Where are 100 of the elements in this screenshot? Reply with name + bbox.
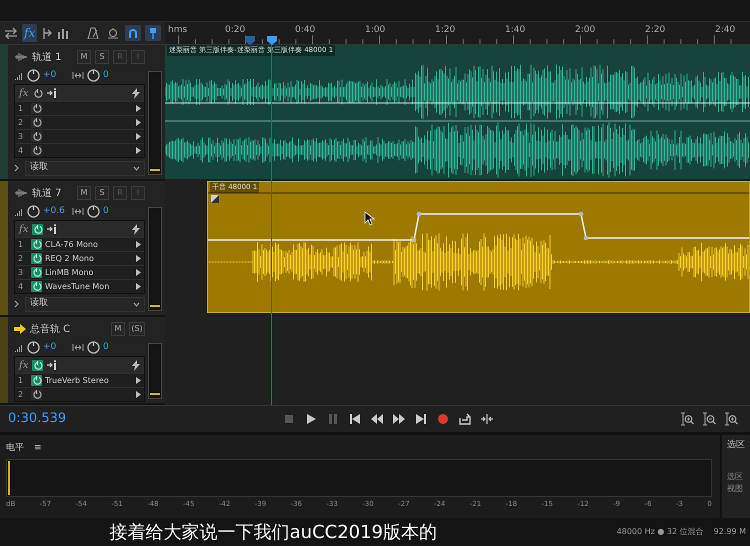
pin-icon	[147, 27, 159, 39]
automation-dropdown[interactable]: 读取	[25, 296, 145, 312]
power-icon	[31, 267, 42, 278]
rack-power-button[interactable]	[32, 88, 44, 98]
panel-menu-button[interactable]: ≡	[34, 442, 42, 456]
waveform-icon	[14, 52, 28, 62]
track-toggle-button[interactable]: M	[77, 186, 91, 200]
volume-icon	[14, 207, 24, 216]
metronome-icon	[87, 27, 99, 39]
pan-value[interactable]: 0	[103, 204, 129, 218]
skip-forward-icon	[415, 413, 427, 425]
power-icon	[31, 145, 42, 156]
effect-slot-number: 1	[18, 102, 24, 114]
power-icon	[31, 253, 42, 264]
panel-title: 电平	[6, 442, 24, 456]
panel-title: 选区	[727, 439, 746, 452]
waveform-icon	[14, 188, 28, 198]
rack-power-button[interactable]	[32, 360, 44, 370]
lightning-icon[interactable]	[132, 360, 140, 370]
pre-post-icon[interactable]	[47, 224, 58, 234]
subtitle-caption: 接着给大家说一下我们auCC2019版本的	[108, 520, 438, 544]
power-icon	[32, 224, 44, 234]
power-icon	[31, 131, 42, 142]
ruler-time-label: 1:40	[505, 24, 526, 37]
routing-icon[interactable]	[41, 27, 54, 39]
lightning-icon[interactable]	[132, 88, 140, 98]
ruler-time-label: 1:20	[435, 24, 456, 37]
effect-name[interactable]: LinMB Mono	[45, 266, 133, 278]
volume-knob[interactable]	[27, 205, 40, 218]
power-icon	[31, 103, 42, 114]
effect-slot-number: 1	[18, 238, 24, 250]
fade-handle-icon[interactable]	[211, 195, 219, 203]
effect-power-button[interactable]	[31, 253, 42, 264]
pin-toggle[interactable]	[145, 25, 161, 41]
pan-knob[interactable]	[87, 69, 100, 82]
pre-post-icon[interactable]	[47, 88, 58, 98]
track-name[interactable]: 总音轨 C	[30, 322, 107, 336]
pan-knob[interactable]	[87, 205, 100, 218]
time-display: 0:30.539	[8, 410, 68, 428]
panel-label: 视图	[727, 482, 744, 494]
effect-power-button[interactable]	[31, 131, 42, 142]
pan-value[interactable]: 0	[103, 340, 129, 354]
ruler-unit: hms	[168, 24, 188, 37]
effect-power-button[interactable]	[31, 145, 42, 156]
ruler-time-label: 0:20	[225, 24, 246, 37]
track-toggle-button[interactable]: M	[111, 322, 125, 336]
pan-value[interactable]: 0	[103, 68, 129, 82]
effect-power-button[interactable]	[31, 239, 42, 250]
magnet-toggle[interactable]	[125, 25, 141, 41]
pre-post-icon[interactable]	[47, 360, 58, 370]
pause-icon	[327, 413, 339, 425]
expand-chevron-icon[interactable]	[14, 300, 19, 308]
effect-power-button[interactable]	[31, 103, 42, 114]
track-name[interactable]: 轨道 1	[32, 50, 73, 64]
track-toggle-button[interactable]: S	[95, 186, 109, 200]
volume-value[interactable]: +0	[43, 340, 69, 354]
effect-power-button[interactable]	[31, 389, 42, 400]
track-toggle-button[interactable]: M	[77, 50, 91, 64]
volume-value[interactable]: +0.6	[43, 204, 69, 218]
effect-slot-number: 2	[18, 252, 24, 264]
pan-knob[interactable]	[87, 341, 100, 354]
track-toggle-button[interactable]: (S)	[129, 322, 145, 336]
effects-rack-label: fx	[19, 222, 28, 236]
effect-name[interactable]: TrueVerb Stereo	[45, 374, 133, 386]
track-toggle-button[interactable]: S	[95, 50, 109, 64]
volume-knob[interactable]	[27, 341, 40, 354]
effect-slot-number: 3	[18, 266, 24, 278]
effect-power-button[interactable]	[31, 281, 42, 292]
lightning-icon[interactable]	[132, 224, 140, 234]
effect-power-button[interactable]	[31, 375, 42, 386]
power-icon	[31, 239, 42, 250]
effect-slot-number: 2	[18, 388, 24, 400]
play-icon	[305, 413, 317, 425]
effect-name[interactable]: CLA-76 Mono	[45, 238, 133, 250]
metronome-toggle[interactable]	[85, 25, 101, 41]
effect-power-button[interactable]	[31, 267, 42, 278]
zoom-full-icon	[724, 412, 738, 426]
effect-slot-number: 3	[18, 130, 24, 142]
volume-value[interactable]: +0	[43, 68, 69, 82]
effect-slot-number: 1	[18, 374, 24, 386]
power-icon	[31, 389, 42, 400]
automation-dropdown[interactable]: 读取	[25, 160, 145, 176]
volume-icon	[14, 71, 24, 80]
effect-name[interactable]: REQ 2 Mono	[45, 252, 133, 264]
ruler-time-label: 2:40	[715, 24, 736, 37]
effect-power-button[interactable]	[31, 117, 42, 128]
zoom-out-amplitude-icon	[702, 412, 716, 426]
track-name[interactable]: 轨道 7	[32, 186, 73, 200]
meter-bars-icon[interactable]	[57, 27, 70, 39]
effects-rack-label: fx	[19, 86, 28, 100]
effects-tab[interactable]: fx	[22, 24, 38, 42]
effect-name[interactable]: WavesTune Mon	[45, 280, 133, 292]
stopwatch-icon	[107, 27, 119, 39]
swap-arrows-icon[interactable]	[4, 27, 18, 39]
expand-chevron-icon[interactable]	[14, 164, 19, 172]
magnet-icon	[127, 27, 139, 39]
rack-power-button[interactable]	[32, 224, 44, 234]
memory-status: 92.99 M	[714, 526, 746, 538]
rewind-icon	[371, 413, 383, 425]
volume-knob[interactable]	[27, 69, 40, 82]
